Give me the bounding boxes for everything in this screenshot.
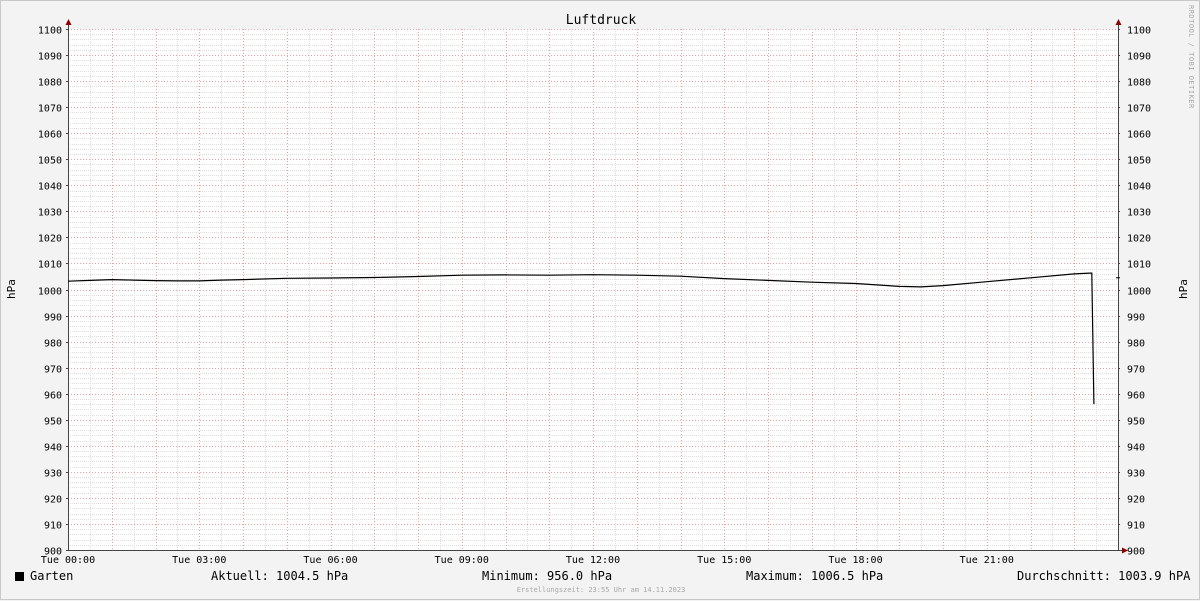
- x-tick-label: Tue 03:00: [172, 555, 226, 566]
- y-tick-label-left: 1070: [38, 104, 62, 115]
- x-tick-label: Tue 12:00: [566, 555, 620, 566]
- x-tick-label: Tue 15:00: [697, 555, 751, 566]
- chart-title: Luftdruck: [566, 13, 637, 28]
- chart-svg: 900 900910 910920 920930 930940 940950 950960 9…: [5, 5, 1195, 566]
- y-tick-label-right: 900: [1127, 547, 1145, 558]
- y-tick-label-right: 960: [1127, 391, 1145, 402]
- y-tick-label-right: 910: [1127, 521, 1145, 532]
- y-tick-label-left: 1030: [38, 208, 62, 219]
- y-tick-label-right: 1050: [1127, 156, 1151, 167]
- y-tick-label-left: 990: [44, 313, 62, 324]
- y-tick-label-right: 1060: [1127, 130, 1151, 141]
- y-tick-label-right: 1070: [1127, 104, 1151, 115]
- x-tick-label: Tue 21:00: [960, 555, 1014, 566]
- x-tick-label: Tue 00:00: [41, 555, 95, 566]
- chart: 900 900 910 910 920 920 930 930 940 940 950 950 960 9…: [0, 0, 1200, 600]
- y-axis-label-right: hPa: [1177, 279, 1190, 299]
- y-tick-label-right: 950: [1127, 417, 1145, 428]
- y-tick-label-left: 1040: [38, 182, 62, 193]
- legend: Garten Aktuell: 1004.5 hPa Minimum: 956.…: [1, 567, 1200, 585]
- y-tick-label-right: 940: [1127, 443, 1145, 454]
- y-tick-label-left: 1060: [38, 130, 62, 141]
- y-tick-label-right: 1020: [1127, 234, 1151, 245]
- legend-maximum: Maximum: 1006.5 hPa: [746, 569, 884, 583]
- y-tick-label-left: 910: [44, 521, 62, 532]
- y-tick-label-left: 930: [44, 469, 62, 480]
- y-tick-label-left: 1080: [38, 78, 62, 89]
- y-tick-label-right: 1080: [1127, 78, 1151, 89]
- y-tick-label-left: 960: [44, 391, 62, 402]
- y-tick-label-left: 970: [44, 365, 62, 376]
- y-tick-label-right: 1030: [1127, 208, 1151, 219]
- y-tick-label-left: 1050: [38, 156, 62, 167]
- y-tick-label-right: 970: [1127, 365, 1145, 376]
- y-tick-label-left: 1020: [38, 234, 62, 245]
- y-tick-label-left: 920: [44, 495, 62, 506]
- y-tick-label-left: 950: [44, 417, 62, 428]
- y-tick-label-right: 1000: [1127, 287, 1151, 298]
- legend-average: Durchschnitt: 1003.9 hPA: [1017, 569, 1191, 583]
- y-tick-label-right: 1010: [1127, 260, 1151, 271]
- legend-series-name: Garten: [30, 569, 74, 583]
- creation-time: Erstellungszeit: 23:55 Uhr am 14.11.2023: [516, 586, 686, 594]
- y-tick-label-left: 1010: [38, 260, 62, 271]
- y-axis-label-left: hPa: [5, 279, 18, 299]
- y-tick-label-left: 940: [44, 443, 62, 454]
- y-tick-label-left: 980: [44, 339, 62, 350]
- y-tick-label-right: 980: [1127, 339, 1145, 350]
- legend-current: Aktuell: 1004.5 hPa: [211, 569, 349, 583]
- y-tick-label-right: 1090: [1127, 52, 1151, 63]
- y-tick-label-left: 1090: [38, 52, 62, 63]
- y-tick-label-right: 1040: [1127, 182, 1151, 193]
- watermark: RRDTOOL / TOBI OETIKER: [1187, 5, 1195, 109]
- x-tick-label: Tue 09:00: [435, 555, 489, 566]
- y-tick-label-right: 930: [1127, 469, 1145, 480]
- y-tick-label-right: 990: [1127, 313, 1145, 324]
- y-tick-label-right: 920: [1127, 495, 1145, 506]
- y-tick-label-left: 1100: [38, 26, 62, 37]
- x-tick-label: Tue 18:00: [828, 555, 882, 566]
- y-tick-label-left: 1000: [38, 287, 62, 298]
- x-tick-label: Tue 06:00: [303, 555, 357, 566]
- legend-swatch: [15, 572, 24, 581]
- y-axis-arrow-left: [65, 19, 72, 25]
- legend-series: Garten: [15, 569, 73, 583]
- y-axis-arrow-right: [1115, 19, 1122, 25]
- legend-minimum: Minimum: 956.0 hPa: [482, 569, 613, 583]
- y-tick-label-right: 1100: [1127, 26, 1151, 37]
